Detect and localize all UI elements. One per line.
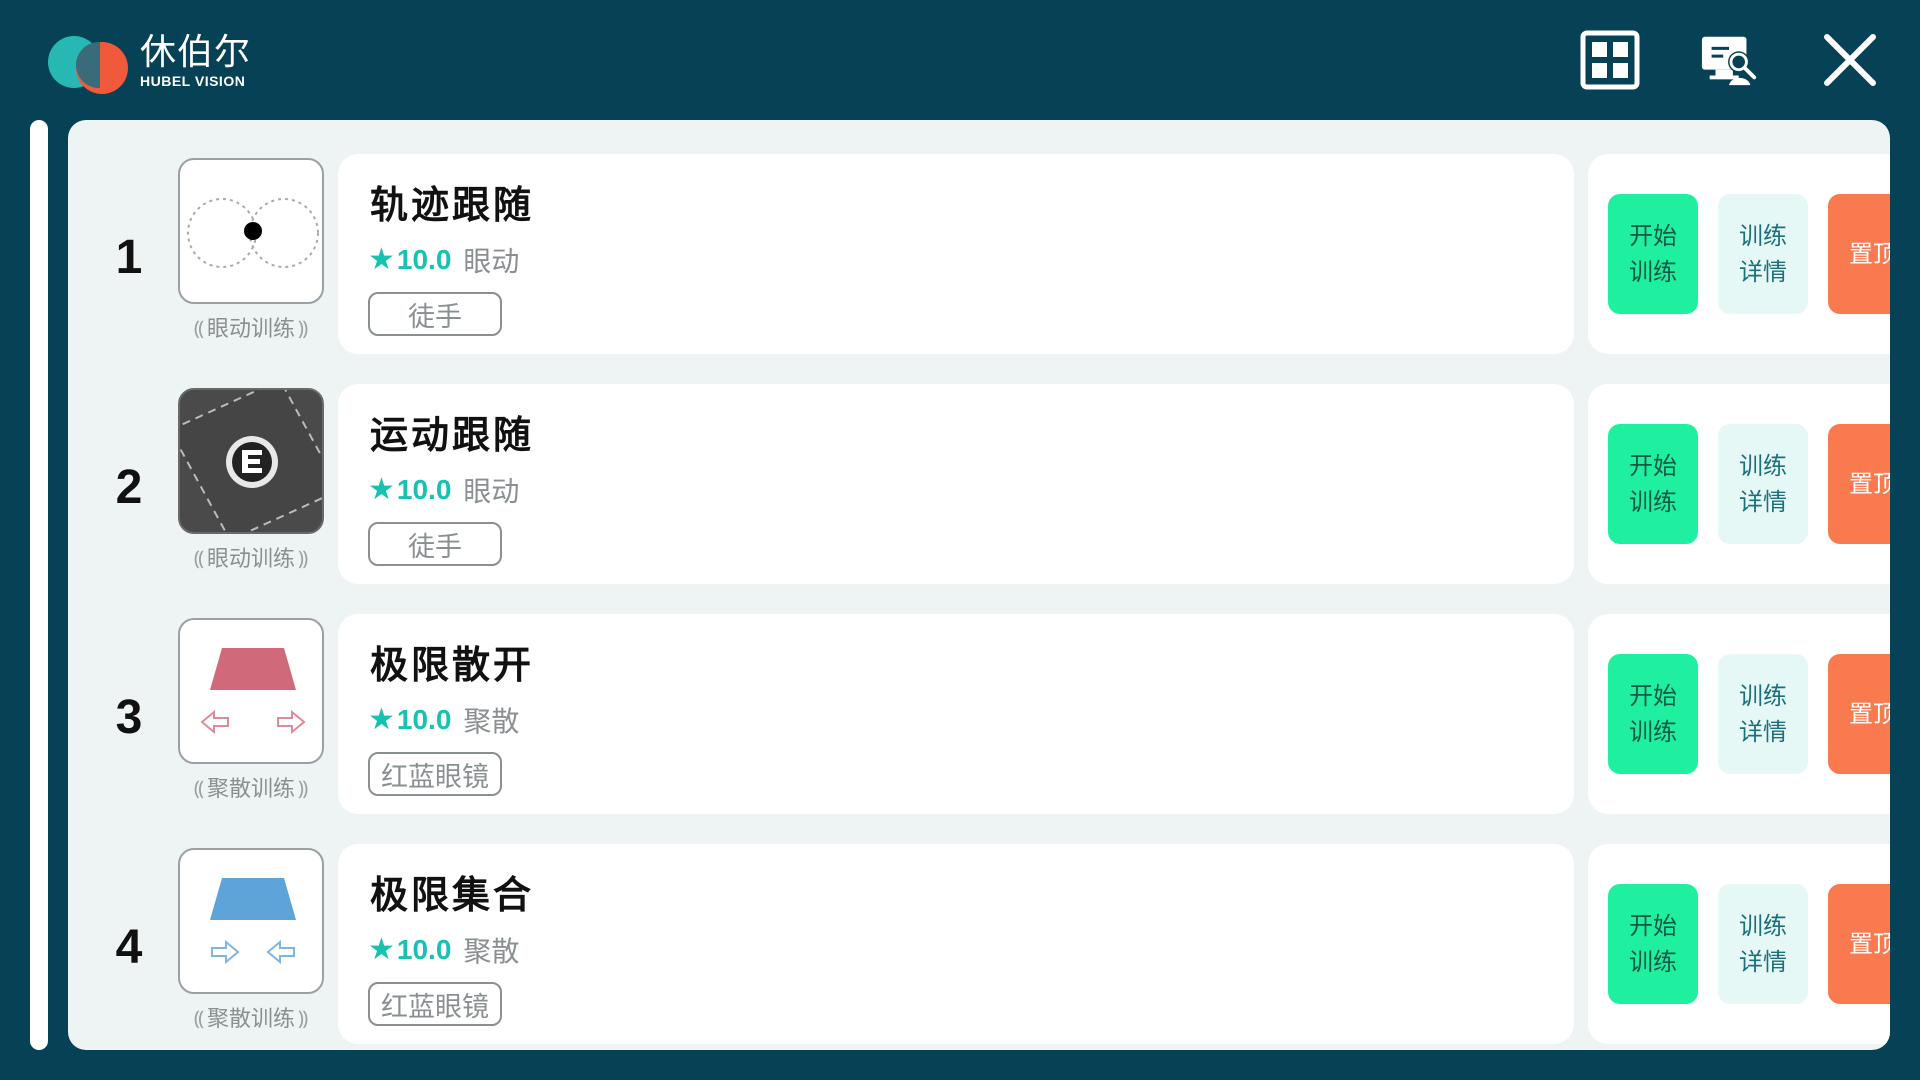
close-button[interactable] (1820, 30, 1880, 90)
monitor-search-icon (1701, 36, 1757, 86)
start-training-button[interactable]: 开始 训练 (1608, 194, 1698, 314)
pin-to-top-button[interactable]: 置顶 (1828, 424, 1890, 544)
rating: ★ 10.0 聚散 (368, 700, 519, 740)
training-title: 运动跟随 (370, 413, 535, 457)
training-card[interactable]: 极限集合 ★ 10.0 聚散 红蓝眼镜 (338, 844, 1574, 1044)
rating: ★ 10.0 聚散 (368, 930, 519, 970)
start-training-button[interactable]: 开始 训练 (1608, 884, 1698, 1004)
red-trapezoid-diverge-icon (200, 648, 306, 735)
list-item: 4 ⸨ 聚散训练 ⸩ 极限集合 ★ 10.0 聚散 红蓝眼镜 开始 训练 训练 详情 (68, 844, 1890, 1048)
pin-to-top-button[interactable]: 置顶 (1828, 654, 1890, 774)
logo-title: 休伯尔 (140, 32, 252, 73)
laurel-left-icon: ⸨ (193, 775, 204, 800)
training-detail-button[interactable]: 训练 详情 (1718, 194, 1808, 314)
thumbnail-caption: ⸨ 聚散训练 ⸩ (193, 1005, 309, 1033)
grid-view-button[interactable] (1580, 30, 1640, 90)
rank-number: 1 (115, 231, 143, 284)
training-list-panel: 1 ⸨ 眼动训练 ⸩ 轨迹跟随 ★ 10.0 眼动 徒手 开始训练 训练详情 (68, 120, 1890, 1050)
laurel-right-icon: ⸩ (298, 1005, 309, 1030)
training-title: 极限散开 (370, 643, 535, 687)
training-category: 眼动 (463, 475, 520, 508)
training-thumbnail[interactable] (178, 388, 324, 534)
training-detail-button[interactable]: 训练 详情 (1718, 884, 1808, 1004)
rating: ★ 10.0 眼动 (368, 470, 519, 510)
start-training-button[interactable]: 开始 训练 (1608, 654, 1698, 774)
list-item: 2 ⸨ 眼动训练 ⸩ 运动跟随 ★ 10.0 眼动 徒手 开始 训练 训练 详情… (68, 384, 1890, 588)
laurel-right-icon: ⸩ (298, 545, 309, 570)
action-group: 开始 训练 训练 详情 置顶 (1588, 154, 1890, 354)
list-item: 1 ⸨ 眼动训练 ⸩ 轨迹跟随 ★ 10.0 眼动 徒手 开始训练 训练详情 (68, 154, 1890, 358)
equipment-tag: 徒手 (368, 522, 502, 566)
training-category: 聚散 (463, 705, 520, 738)
close-icon (1824, 34, 1876, 86)
training-title: 轨迹跟随 (370, 183, 535, 227)
rating-score: 10.0 (396, 474, 452, 505)
laurel-left-icon: ⸨ (193, 315, 204, 340)
thumbnail-caption: ⸨ 眼动训练 ⸩ (193, 315, 309, 343)
laurel-left-icon: ⸨ (193, 545, 204, 570)
logo-subtitle: HUBEL VISION (140, 73, 246, 89)
scrollbar[interactable] (30, 120, 48, 1050)
rating-score: 10.0 (396, 244, 452, 275)
training-detail-button[interactable]: 训练 详情 (1718, 654, 1808, 774)
logo-mark-icon (48, 30, 132, 94)
training-category: 聚散 (463, 935, 520, 968)
action-group: 开始 训练 训练 详情 置顶 (1588, 844, 1890, 1044)
list-item: 3 ⸨ 聚散训练 ⸩ 极限散开 ★ 10.0 聚散 红蓝眼镜 开始 训练 训练 详情 (68, 614, 1890, 818)
training-detail-button[interactable]: 训练 详情 (1718, 424, 1808, 544)
pin-to-top-button[interactable]: 置顶 (1828, 194, 1890, 314)
grid-icon (1580, 30, 1640, 90)
rank-number: 3 (115, 691, 143, 744)
blue-trapezoid-converge-icon (210, 878, 296, 965)
equipment-tag: 红蓝眼镜 (368, 982, 502, 1026)
e-chart-rotating-icon (180, 390, 322, 532)
pin-to-top-button[interactable]: 置顶 (1828, 884, 1890, 1004)
equipment-tag: 红蓝眼镜 (368, 752, 502, 796)
monitor-search-button[interactable] (1700, 30, 1760, 90)
infinity-track-icon (187, 198, 319, 268)
action-group: 开始 训练 训练 详情 置顶 (1588, 614, 1890, 814)
training-thumbnail[interactable] (178, 848, 324, 994)
training-category: 眼动 (463, 245, 520, 278)
star-icon: ★ (368, 702, 395, 737)
thumbnail-caption: ⸨ 眼动训练 ⸩ (193, 545, 309, 573)
training-title: 极限集合 (370, 873, 535, 917)
laurel-right-icon: ⸩ (298, 775, 309, 800)
training-card[interactable]: 运动跟随 ★ 10.0 眼动 徒手 (338, 384, 1574, 584)
rank-number: 2 (115, 461, 143, 514)
laurel-left-icon: ⸨ (193, 1005, 204, 1030)
training-card[interactable]: 轨迹跟随 ★ 10.0 眼动 徒手 (338, 154, 1574, 354)
rating-score: 10.0 (396, 934, 452, 965)
star-icon: ★ (368, 472, 395, 507)
thumbnail-caption: ⸨ 聚散训练 ⸩ (193, 775, 309, 803)
equipment-tag: 徒手 (368, 292, 502, 336)
start-training-button[interactable]: 开始 训练 (1608, 424, 1698, 544)
training-card[interactable]: 极限散开 ★ 10.0 聚散 红蓝眼镜 (338, 614, 1574, 814)
training-thumbnail[interactable] (178, 158, 324, 304)
laurel-right-icon: ⸩ (298, 315, 309, 340)
rating-score: 10.0 (396, 704, 452, 735)
action-group: 开始 训练 训练 详情 置顶 (1588, 384, 1890, 584)
star-icon: ★ (368, 932, 395, 967)
training-thumbnail[interactable] (178, 618, 324, 764)
rating: ★ 10.0 眼动 (368, 240, 519, 280)
app-logo: 休伯尔 HUBEL VISION (48, 30, 252, 94)
rank-number: 4 (115, 921, 143, 974)
star-icon: ★ (368, 242, 395, 277)
